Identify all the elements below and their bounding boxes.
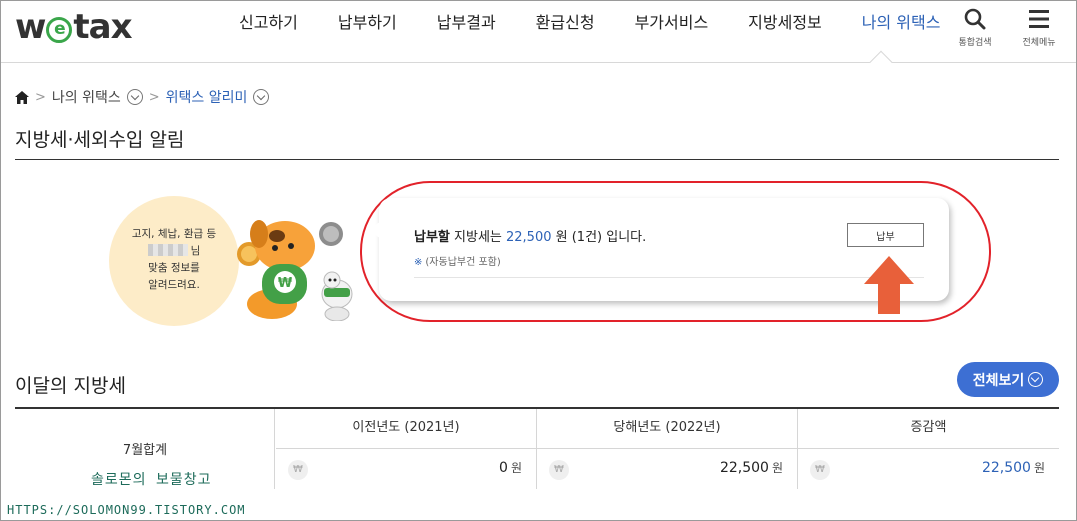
change-value: 22,500: [981, 460, 1031, 476]
change-amount: 22,500 원: [982, 459, 1045, 476]
circle-chevron-down-icon: [1028, 372, 1044, 387]
search-icon: [964, 8, 986, 30]
monthly-tax-title: 이달의 지방세: [15, 375, 126, 397]
logo-e-circle: e: [46, 17, 73, 43]
month-total-label: 7월합계: [122, 443, 168, 458]
nav-item-my-wetax[interactable]: 나의 위택스: [842, 1, 961, 63]
chevron-right-icon: >: [148, 89, 160, 105]
mascot-illustration: ₩: [237, 220, 353, 321]
this-year-unit: 원: [771, 461, 783, 475]
prev-year-amount: 0원: [499, 459, 522, 476]
nav-item-extra-services[interactable]: 부가서비스: [615, 1, 729, 63]
table-header-this-year: 당해년도 (2022년): [537, 409, 797, 449]
nav-item-pay-result[interactable]: 납부결과: [417, 1, 516, 63]
nav-item-local-tax-info[interactable]: 지방세정보: [728, 1, 842, 63]
payment-summary-mid: 지방세는: [449, 230, 506, 245]
all-menu-button[interactable]: 전체메뉴: [1013, 5, 1065, 48]
card-divider: [414, 277, 924, 278]
watermark-blog-name: 솔로몬의 보물창고: [91, 472, 212, 488]
payment-summary: 납부할 지방세는 22,500 원 (1건) 입니다.: [414, 226, 646, 245]
greeting-bubble: 고지, 체납, 환급 등 님 맞춤 정보를 알려드려요.: [109, 196, 239, 326]
page-title: 지방세·세외수입 알림: [15, 129, 185, 151]
won-icon: ₩: [810, 460, 830, 480]
breadcrumb-wetax-alarm[interactable]: 위택스 알리미: [166, 87, 248, 107]
circle-chevron-down-icon[interactable]: [126, 89, 143, 105]
prev-year-value: 0: [499, 460, 508, 476]
all-menu-label: 전체메뉴: [1022, 38, 1056, 48]
circle-chevron-down-icon[interactable]: [253, 89, 270, 105]
hamburger-menu-icon: [1029, 10, 1049, 28]
svg-text:₩: ₩: [278, 276, 293, 291]
search-label: 통합검색: [958, 38, 992, 48]
prev-year-unit: 원: [510, 461, 522, 475]
watermark-blog-url: HTTPS://SOLOMON99.TISTORY.COM: [7, 503, 246, 517]
note-mark: ※: [414, 257, 423, 268]
table-header-prev-year: 이전년도 (2021년): [276, 409, 536, 449]
table-col-change: 증감액 ₩ 22,500 원: [798, 409, 1059, 489]
home-icon[interactable]: [15, 90, 29, 104]
title-divider: [15, 159, 1059, 160]
blurred-username: [147, 244, 188, 256]
nav-item-pay[interactable]: 납부하기: [318, 1, 417, 63]
nav-item-file[interactable]: 신고하기: [219, 1, 318, 63]
table-cell-change: ₩ 22,500 원: [798, 449, 1059, 489]
greeting-line-2: 님: [109, 243, 239, 260]
change-unit: 원: [1033, 461, 1045, 475]
payment-amount: 22,500: [506, 230, 552, 245]
payment-summary-prefix: 납부할: [414, 230, 450, 245]
greeting-line-3: 맞춤 정보를: [148, 262, 200, 274]
table-col-this-year: 당해년도 (2022년) ₩ 22,500 원: [537, 409, 798, 489]
won-icon: ₩: [549, 460, 569, 480]
this-year-value: 22,500: [719, 460, 769, 476]
auto-pay-note: ※ (자동납부건 포함): [414, 253, 501, 268]
table-cell-this-year: ₩ 22,500 원: [537, 449, 797, 489]
logo-tax: tax: [73, 7, 132, 47]
greeting-line-4: 알려드려요.: [148, 279, 200, 291]
this-year-amount: 22,500 원: [720, 459, 783, 476]
chevron-right-icon: >: [35, 89, 46, 105]
breadcrumb-my-wetax[interactable]: 나의 위택스: [52, 87, 121, 107]
table-header-change: 증감액: [798, 409, 1059, 449]
site-header: w e tax 신고하기 납부하기 납부결과 환급신청 부가서비스 지방세정보 나의…: [1, 1, 1076, 63]
table-col-prev-year: 이전년도 (2021년) ₩ 0원: [276, 409, 537, 489]
nav-item-refund[interactable]: 환급신청: [516, 1, 615, 63]
greeting-name-suffix: 님: [190, 245, 201, 257]
logo-w: w: [15, 7, 46, 47]
auto-pay-note-text: (자동납부건 포함): [425, 257, 501, 268]
view-all-button[interactable]: 전체보기: [957, 362, 1059, 397]
main-nav: 신고하기 납부하기 납부결과 환급신청 부가서비스 지방세정보 나의 위택스: [219, 1, 960, 63]
breadcrumb: > 나의 위택스 > 위택스 알리미: [15, 87, 270, 107]
won-icon: ₩: [288, 460, 308, 480]
payment-summary-suffix: 원 (1건) 입니다.: [551, 230, 647, 245]
search-button[interactable]: 통합검색: [951, 5, 999, 48]
pay-button[interactable]: 납부: [847, 223, 924, 247]
up-arrow-annotation-icon: [864, 256, 914, 314]
wetax-logo[interactable]: w e tax: [15, 7, 133, 47]
table-cell-prev-year: ₩ 0원: [276, 449, 536, 489]
view-all-label: 전체보기: [972, 372, 1025, 389]
greeting-line-1: 고지, 체납, 환급 등: [131, 228, 217, 240]
